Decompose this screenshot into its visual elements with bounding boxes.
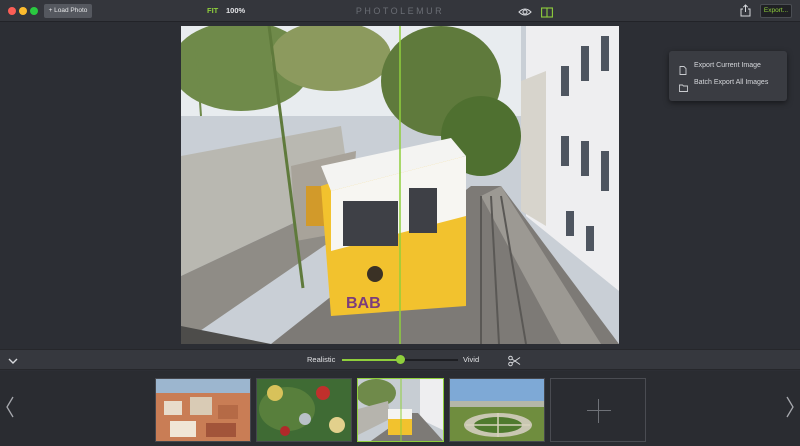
app-title: PHOTOLEMUR xyxy=(355,6,445,16)
slider-thumb[interactable] xyxy=(395,355,405,364)
add-photo-button[interactable] xyxy=(550,378,646,442)
city-rooftops-thumbnail[interactable] xyxy=(155,378,251,442)
file-icon xyxy=(679,62,687,75)
batch-export-item[interactable]: Batch Export All Images xyxy=(669,76,787,92)
svg-text:BAB: BAB xyxy=(346,295,381,312)
christmas-ornaments-thumbnail[interactable] xyxy=(256,378,352,442)
eye-icon[interactable] xyxy=(518,5,532,17)
title-bar: + Load Photo FIT 100% PHOTOLEMUR Export.… xyxy=(0,0,800,22)
realistic-label: Realistic xyxy=(307,355,336,364)
folder-icon xyxy=(679,79,688,92)
compare-icon[interactable] xyxy=(541,5,553,18)
app-window: + Load Photo FIT 100% PHOTOLEMUR Export.… xyxy=(0,0,800,446)
export-current-image-label: Export Current Image xyxy=(694,62,761,69)
tram-street-thumbnail[interactable] xyxy=(357,378,444,442)
batch-export-label: Batch Export All Images xyxy=(694,79,769,86)
export-current-image-item[interactable]: Export Current Image xyxy=(669,59,787,75)
share-icon[interactable] xyxy=(740,4,751,17)
export-menu: Export Current Image Batch Export All Im… xyxy=(669,51,787,101)
chevron-down-icon[interactable] xyxy=(6,354,20,366)
filmstrip xyxy=(0,371,800,446)
adjustment-bar: Realistic Vivid xyxy=(0,349,800,370)
slider-fill xyxy=(342,359,400,361)
export-button[interactable]: Export... xyxy=(760,4,792,18)
tram-photo[interactable]: BAB xyxy=(181,26,619,344)
photo-canvas: BAB Export Current Image Batch Export Al… xyxy=(0,22,800,349)
chevron-left-icon[interactable] xyxy=(5,395,15,419)
scissors-icon[interactable] xyxy=(508,354,521,367)
park-garden-thumbnail[interactable] xyxy=(449,378,545,442)
vivid-label: Vivid xyxy=(463,355,480,364)
chevron-right-icon[interactable] xyxy=(785,395,795,419)
